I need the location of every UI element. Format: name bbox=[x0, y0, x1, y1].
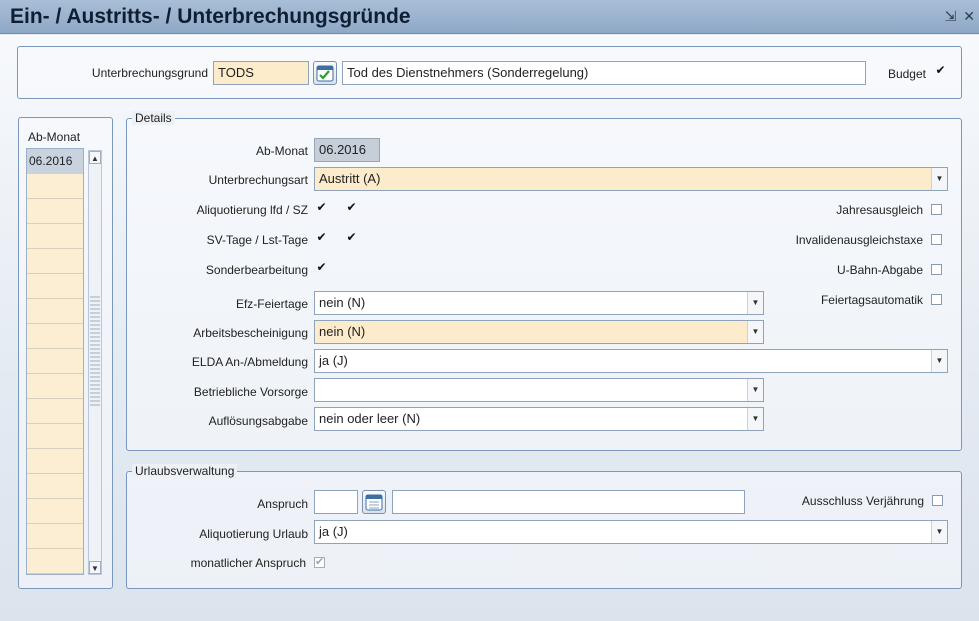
feiertag-checkbox[interactable] bbox=[931, 294, 942, 305]
vorsorge-label: Betriebliche Vorsorge bbox=[193, 385, 308, 399]
invaliden-label: Invalidenausgleichstaxe bbox=[795, 233, 923, 247]
arbeitsbescheinigung-label: Arbeitsbescheinigung bbox=[193, 326, 308, 340]
lsttage-checkbox[interactable]: ✔ bbox=[346, 231, 357, 244]
unterbrechungsart-value: Austritt (A) bbox=[319, 171, 381, 186]
title-bar: Ein- / Austritts- / Unterbrechungsgründe… bbox=[0, 0, 979, 34]
elda-label: ELDA An-/Abmeldung bbox=[191, 355, 308, 369]
unterbrechungsart-select[interactable]: Austritt (A) ▼ bbox=[314, 167, 948, 191]
jahresausgleich-checkbox[interactable] bbox=[931, 204, 942, 215]
aliquotierung-sz-checkbox[interactable]: ✔ bbox=[346, 201, 357, 214]
details-ab-monat-label: Ab-Monat bbox=[255, 144, 308, 158]
scroll-thumb[interactable] bbox=[90, 296, 100, 406]
sonderbearbeitung-label: Sonderbearbeitung bbox=[205, 263, 308, 277]
aufloesung-value: nein oder leer (N) bbox=[319, 411, 421, 426]
ab-monat-scrollbar[interactable]: ▲ ▼ bbox=[88, 150, 102, 575]
ausschluss-label: Ausschluss Verjährung bbox=[801, 494, 924, 508]
calendar-icon bbox=[365, 494, 383, 511]
chevron-down-icon[interactable]: ▼ bbox=[747, 379, 763, 401]
aliquot-urlaub-label: Aliquotierung Urlaub bbox=[199, 527, 308, 541]
list-item-empty bbox=[27, 399, 83, 424]
chevron-down-icon[interactable]: ▼ bbox=[931, 350, 947, 372]
aliquot-urlaub-select[interactable]: ja (J) ▼ bbox=[314, 520, 948, 544]
scroll-up-icon[interactable]: ▲ bbox=[89, 151, 101, 164]
sonderbearbeitung-checkbox[interactable]: ✔ bbox=[316, 261, 327, 274]
ab-monat-list-header: Ab-Monat bbox=[28, 130, 81, 144]
close-icon[interactable]: ✕ bbox=[963, 8, 975, 24]
calendar-check-icon bbox=[316, 65, 334, 82]
chevron-down-icon[interactable]: ▼ bbox=[747, 408, 763, 430]
unterbrechungsart-label: Unterbrechungsart bbox=[208, 173, 308, 187]
details-legend: Details bbox=[132, 111, 175, 125]
ausschluss-checkbox[interactable] bbox=[932, 495, 943, 506]
vorsorge-select[interactable]: ▼ bbox=[314, 378, 764, 402]
feiertag-label: Feiertagsautomatik bbox=[820, 293, 923, 307]
reason-label: Unterbrechungsgrund bbox=[91, 66, 208, 80]
list-item-empty bbox=[27, 274, 83, 299]
ubahn-label: U-Bahn-Abgabe bbox=[836, 263, 923, 277]
aufloesung-label: Auflösungsabgabe bbox=[208, 414, 308, 428]
list-item-empty bbox=[27, 374, 83, 399]
list-item-empty bbox=[27, 249, 83, 274]
chevron-down-icon[interactable]: ▼ bbox=[747, 321, 763, 343]
svtage-label: SV-Tage / Lst-Tage bbox=[206, 233, 308, 247]
chevron-down-icon[interactable]: ▼ bbox=[931, 521, 947, 543]
jahresausgleich-label: Jahresausgleich bbox=[836, 203, 923, 217]
scroll-down-icon[interactable]: ▼ bbox=[89, 561, 101, 574]
chevron-down-icon[interactable]: ▼ bbox=[931, 168, 947, 190]
efz-value: nein (N) bbox=[319, 295, 366, 310]
budget-label: Budget bbox=[887, 67, 926, 81]
elda-select[interactable]: ja (J) ▼ bbox=[314, 349, 948, 373]
ab-monat-list[interactable]: 06.2016 bbox=[26, 148, 84, 575]
list-item-empty bbox=[27, 199, 83, 224]
list-item-empty bbox=[27, 524, 83, 549]
anspruch-label: Anspruch bbox=[257, 497, 308, 511]
restore-icon[interactable]: ⇲ bbox=[945, 8, 957, 24]
urlaub-legend: Urlaubsverwaltung bbox=[132, 464, 238, 478]
list-item[interactable]: 06.2016 bbox=[27, 149, 83, 174]
anspruch-input[interactable] bbox=[314, 490, 358, 514]
monatlich-label: monatlicher Anspruch bbox=[190, 556, 306, 570]
list-item-empty bbox=[27, 299, 83, 324]
list-item-empty bbox=[27, 474, 83, 499]
budget-checkbox[interactable]: ✔ bbox=[935, 64, 946, 77]
aufloesung-select[interactable]: nein oder leer (N) ▼ bbox=[314, 407, 764, 431]
invaliden-checkbox[interactable] bbox=[931, 234, 942, 245]
calendar-check-button[interactable] bbox=[313, 61, 337, 85]
list-item-empty bbox=[27, 349, 83, 374]
ubahn-checkbox[interactable] bbox=[931, 264, 942, 275]
svtage-checkbox[interactable]: ✔ bbox=[316, 231, 327, 244]
arbeitsbescheinigung-select[interactable]: nein (N) ▼ bbox=[314, 320, 764, 344]
details-ab-monat-field: 06.2016 bbox=[314, 138, 380, 162]
window-title: Ein- / Austritts- / Unterbrechungsgründe bbox=[10, 5, 411, 28]
list-item-empty bbox=[27, 174, 83, 199]
list-item-empty bbox=[27, 449, 83, 474]
reason-text-input[interactable]: Tod des Dienstnehmers (Sonderregelung) bbox=[342, 61, 866, 85]
list-item-empty bbox=[27, 549, 83, 574]
aliquotierung-label: Aliquotierung lfd / SZ bbox=[196, 203, 308, 217]
efz-select[interactable]: nein (N) ▼ bbox=[314, 291, 764, 315]
anspruch-calendar-button[interactable] bbox=[362, 490, 386, 514]
reason-code-input[interactable]: TODS bbox=[213, 61, 309, 85]
list-item-empty bbox=[27, 499, 83, 524]
list-item-empty bbox=[27, 424, 83, 449]
aliquot-urlaub-value: ja (J) bbox=[319, 524, 348, 539]
list-item-empty bbox=[27, 224, 83, 249]
monatlich-checkbox: ✔ bbox=[314, 556, 325, 568]
list-item-empty bbox=[27, 324, 83, 349]
efz-label: Efz-Feiertage bbox=[235, 297, 308, 311]
aliquotierung-lfd-checkbox[interactable]: ✔ bbox=[316, 201, 327, 214]
elda-value: ja (J) bbox=[319, 353, 348, 368]
arbeitsbescheinigung-value: nein (N) bbox=[319, 324, 366, 339]
anspruch-text-input[interactable] bbox=[392, 490, 745, 514]
